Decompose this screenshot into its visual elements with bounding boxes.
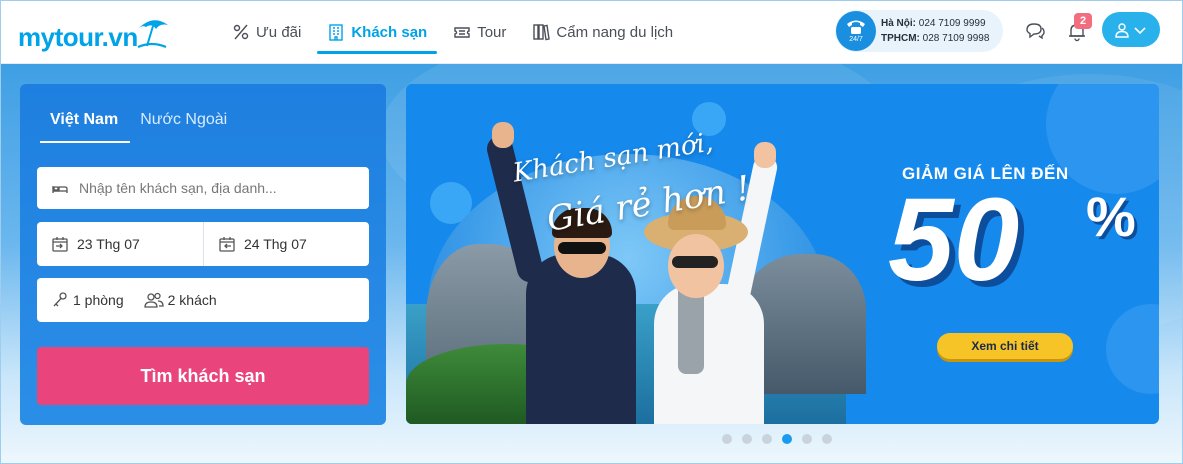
bed-icon bbox=[52, 186, 68, 193]
hotline-hanoi-number: 024 7109 9999 bbox=[918, 18, 986, 29]
user-menu-button[interactable] bbox=[1102, 12, 1160, 47]
region-tabs: Việt Nam Nước Ngoài bbox=[40, 106, 239, 143]
nav-label: Tour bbox=[477, 23, 507, 41]
user-icon bbox=[1115, 22, 1129, 38]
hotel-search-panel: Việt Nam Nước Ngoài 23 Thg 07 24 Thg 07 … bbox=[20, 84, 386, 425]
hotline-box[interactable]: 24/7 Hà Nội: 024 7109 9999 TPHCM: 028 71… bbox=[835, 10, 1003, 52]
chat-icon[interactable] bbox=[1024, 20, 1046, 42]
nav-item-tour[interactable]: Tour bbox=[443, 0, 516, 64]
promo-unit: % bbox=[1086, 185, 1136, 248]
view-details-button[interactable]: Xem chi tiết bbox=[937, 333, 1073, 359]
rooms-value: 1 phòng bbox=[73, 292, 124, 308]
checkin-calendar-icon bbox=[52, 237, 68, 252]
hotel-icon bbox=[329, 24, 344, 41]
rooms-guests-field[interactable]: 1 phòng 2 khách bbox=[37, 278, 369, 322]
umbrella-icon bbox=[135, 20, 168, 49]
guests-value: 2 khách bbox=[167, 292, 217, 308]
logo-text: mytour.vn bbox=[18, 22, 138, 52]
key-icon bbox=[53, 292, 67, 307]
nav-item-khach-san[interactable]: Khách sạn bbox=[317, 0, 438, 64]
tab-viet-nam[interactable]: Việt Nam bbox=[40, 106, 131, 143]
hotline-247: 24/7 bbox=[849, 36, 863, 43]
hotline-numbers: Hà Nội: 024 7109 9999 TPHCM: 028 7109 99… bbox=[881, 16, 989, 46]
woman-hand bbox=[754, 142, 776, 168]
promo-value: 50 bbox=[888, 174, 1020, 306]
checkout-date[interactable]: 24 Thg 07 bbox=[203, 222, 369, 266]
checkout-calendar-icon bbox=[219, 237, 235, 252]
nav-item-uu-dai[interactable]: Ưu đãi bbox=[222, 0, 311, 64]
tab-nuoc-ngoai[interactable]: Nước Ngoài bbox=[130, 106, 239, 143]
brand-logo[interactable]: mytour.vn bbox=[18, 11, 172, 53]
banner-decor bbox=[1106, 304, 1159, 394]
carousel-dot-1[interactable] bbox=[722, 434, 732, 444]
woman-sunglasses bbox=[672, 256, 718, 268]
carousel-dot-5[interactable] bbox=[802, 434, 812, 444]
main-nav: Ưu đãi Khách sạn Tour Cẩm nang du lịch bbox=[222, 0, 689, 64]
carousel-dots bbox=[722, 434, 832, 444]
percent-icon bbox=[233, 24, 249, 40]
search-hotels-button[interactable]: Tìm khách sạn bbox=[37, 347, 369, 405]
checkin-value: 23 Thg 07 bbox=[77, 236, 140, 252]
carousel-dot-2[interactable] bbox=[742, 434, 752, 444]
destination-field[interactable] bbox=[37, 167, 369, 209]
nav-label: Ưu đãi bbox=[256, 23, 302, 41]
man-figure bbox=[526, 254, 636, 424]
top-header: mytour.vn Ưu đãi Khách sạn Tour Cẩm nang… bbox=[0, 0, 1183, 64]
hotline-hcm-label: TPHCM: bbox=[881, 33, 920, 44]
hotline-hcm-number: 028 7109 9998 bbox=[922, 33, 990, 44]
nav-item-cam-nang[interactable]: Cẩm nang du lịch bbox=[522, 0, 683, 64]
nav-label: Cẩm nang du lịch bbox=[556, 23, 674, 41]
promo-banner[interactable]: Khách sạn mới, Giá rẻ hơn ! GIẢM GIÁ LÊN… bbox=[406, 84, 1159, 424]
chevron-down-icon bbox=[1134, 26, 1146, 34]
man-hand bbox=[492, 122, 514, 148]
phone-icon: 24/7 bbox=[836, 11, 876, 51]
ticket-icon bbox=[454, 27, 470, 38]
carousel-dot-4[interactable] bbox=[782, 434, 792, 444]
checkin-date[interactable]: 23 Thg 07 bbox=[37, 222, 203, 266]
date-range-field: 23 Thg 07 24 Thg 07 bbox=[37, 222, 369, 266]
checkout-value: 24 Thg 07 bbox=[244, 236, 307, 252]
nav-label: Khách sạn bbox=[351, 23, 428, 41]
hotline-hanoi-label: Hà Nội: bbox=[881, 18, 916, 29]
carousel-dot-3[interactable] bbox=[762, 434, 772, 444]
book-icon bbox=[533, 24, 551, 41]
users-icon bbox=[143, 292, 164, 308]
notification-badge: 2 bbox=[1074, 13, 1092, 29]
woman-figure bbox=[654, 284, 764, 424]
man-sunglasses bbox=[558, 242, 606, 254]
carousel-dot-6[interactable] bbox=[822, 434, 832, 444]
destination-input[interactable] bbox=[79, 180, 339, 196]
